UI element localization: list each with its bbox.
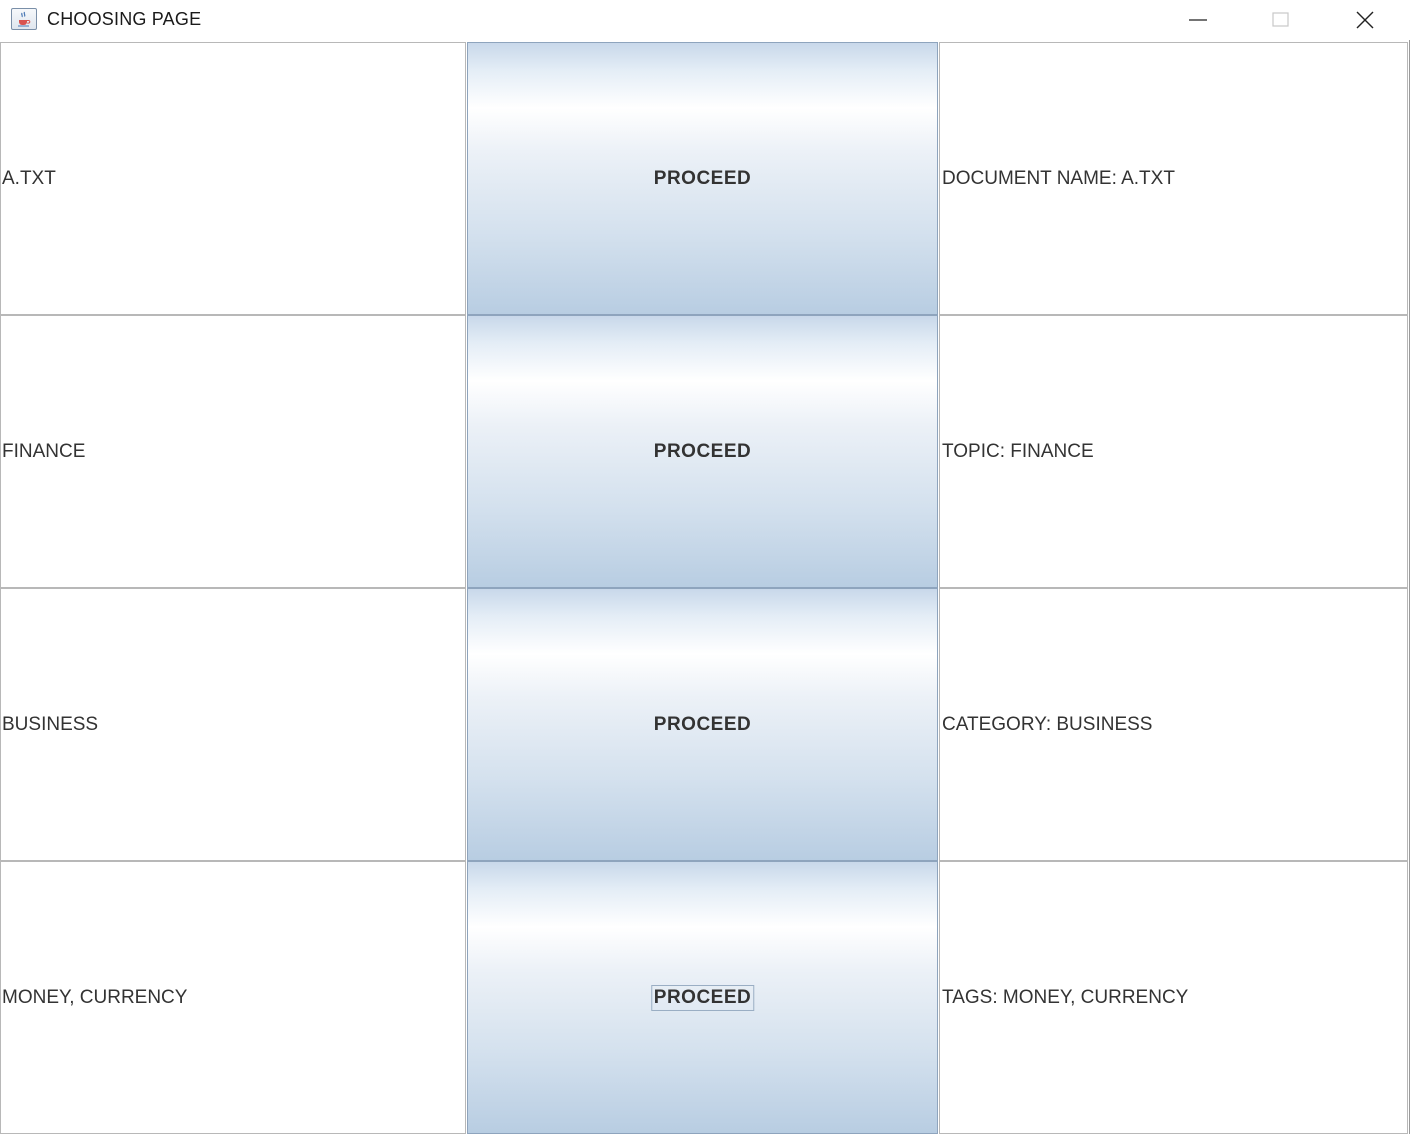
java-cup-icon (11, 8, 37, 30)
category-label: CATEGORY: BUSINESS (942, 713, 1153, 735)
maximize-button[interactable] (1253, 0, 1309, 40)
document-name-label: DOCUMENT NAME: A.TXT (942, 167, 1175, 189)
category-value-label: BUSINESS (2, 713, 99, 735)
window-title: CHOOSING PAGE (47, 9, 202, 29)
choosing-page-window: CHOOSING PAGE A.TXT PROCEED DOCUMENT NAM… (0, 0, 1410, 1134)
proceed-button-topic[interactable]: PROCEED (467, 315, 938, 588)
tags-label: TAGS: MONEY, CURRENCY (942, 986, 1189, 1008)
proceed-button-document[interactable]: PROCEED (467, 42, 938, 315)
proceed-button-label: PROCEED (653, 167, 752, 189)
topic-value-label: FINANCE (2, 440, 86, 462)
topic-label: TOPIC: FINANCE (942, 440, 1094, 462)
document-filename-label: A.TXT (2, 167, 56, 189)
proceed-button-category[interactable]: PROCEED (467, 588, 938, 861)
row-1-left-cell: A.TXT (0, 42, 466, 315)
row-4-left-cell: MONEY, CURRENCY (0, 861, 466, 1134)
proceed-button-label: PROCEED (653, 713, 752, 735)
title-bar[interactable]: CHOOSING PAGE (0, 0, 1410, 40)
minimize-icon (1189, 19, 1207, 21)
tags-value-label: MONEY, CURRENCY (2, 986, 188, 1008)
minimize-button[interactable] (1170, 0, 1226, 40)
row-2-left-cell: FINANCE (0, 315, 466, 588)
maximize-icon (1272, 12, 1289, 27)
row-4-right-cell: TAGS: MONEY, CURRENCY (939, 861, 1408, 1134)
close-button[interactable] (1337, 0, 1393, 40)
row-1-right-cell: DOCUMENT NAME: A.TXT (939, 42, 1408, 315)
choice-grid: A.TXT PROCEED DOCUMENT NAME: A.TXT FINAN… (0, 42, 1408, 1134)
proceed-button-label: PROCEED (650, 984, 755, 1011)
proceed-button-label: PROCEED (653, 440, 752, 462)
row-3-left-cell: BUSINESS (0, 588, 466, 861)
close-icon (1356, 11, 1374, 29)
row-3-right-cell: CATEGORY: BUSINESS (939, 588, 1408, 861)
proceed-button-tags[interactable]: PROCEED (467, 861, 938, 1134)
row-2-right-cell: TOPIC: FINANCE (939, 315, 1408, 588)
